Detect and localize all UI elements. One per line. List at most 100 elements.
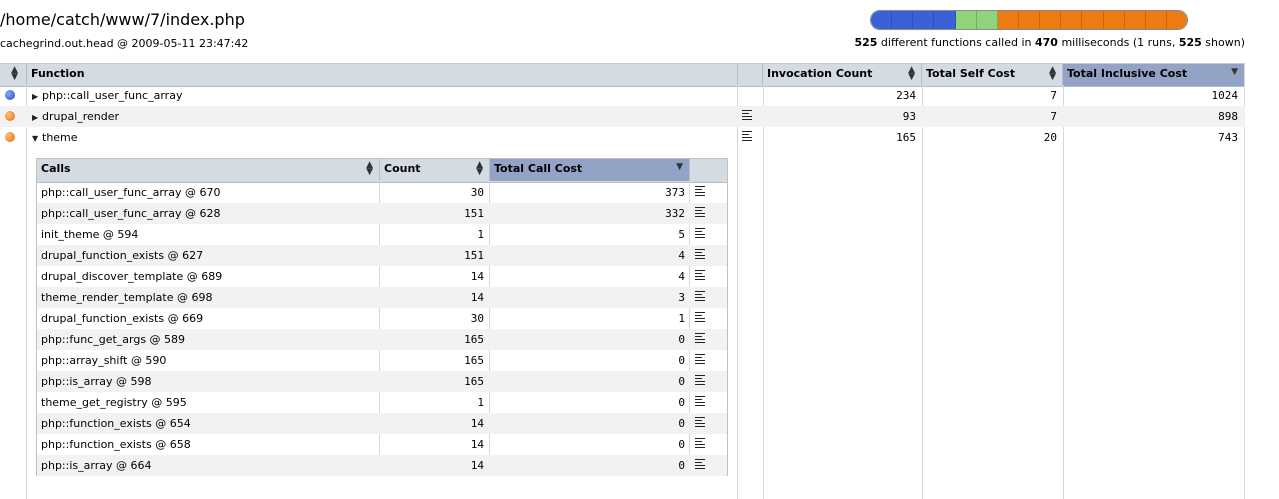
call-name[interactable]: theme_render_template @ 698 xyxy=(41,291,212,304)
expand-icon[interactable]: ▶ xyxy=(32,113,42,122)
invocations-value: 165 xyxy=(896,131,916,144)
source-lines-icon[interactable] xyxy=(742,110,752,120)
cost-bar-segment[interactable] xyxy=(976,11,998,29)
sort-desc-icon: ▼ xyxy=(676,162,683,172)
call-row[interactable]: php::is_array @ 664 14 0 xyxy=(37,455,727,476)
call-row[interactable]: theme_render_template @ 698 14 3 xyxy=(37,287,727,308)
cost-bar-segment[interactable] xyxy=(913,11,935,29)
call-row[interactable]: drupal_discover_template @ 689 14 4 xyxy=(37,266,727,287)
main-table-header: ▲ ▼ Function Invocation Count ▲ ▼ Total Se… xyxy=(0,63,1245,87)
count-column-header[interactable]: Count ▲ ▼ xyxy=(380,159,490,181)
function-name[interactable]: ▶ php::call_user_func_array xyxy=(32,89,182,102)
call-name[interactable]: php::is_array @ 664 xyxy=(41,459,151,472)
function-column-header[interactable]: Function xyxy=(27,64,738,86)
source-lines-icon[interactable] xyxy=(695,207,705,217)
file-title: /home/catch/www/7/index.php xyxy=(0,10,245,29)
source-lines-icon[interactable] xyxy=(695,354,705,364)
call-cost-value: 0 xyxy=(678,417,685,430)
call-row[interactable]: php::call_user_func_array @ 670 30 373 xyxy=(37,182,727,203)
call-row[interactable]: drupal_function_exists @ 669 30 1 xyxy=(37,308,727,329)
call-count-value: 30 xyxy=(470,186,484,199)
source-lines-icon[interactable] xyxy=(695,438,705,448)
call-cost-value: 4 xyxy=(678,270,685,283)
cost-bar-segment[interactable] xyxy=(934,11,956,29)
call-name[interactable]: drupal_discover_template @ 689 xyxy=(41,270,222,283)
call-name[interactable]: php::array_shift @ 590 xyxy=(41,354,166,367)
source-lines-icon[interactable] xyxy=(695,228,705,238)
call-row[interactable]: theme_get_registry @ 595 1 0 xyxy=(37,392,727,413)
dot-column-header[interactable]: ▲ ▼ xyxy=(0,64,27,86)
call-row[interactable]: php::array_shift @ 590 165 0 xyxy=(37,350,727,371)
call-row[interactable]: init_theme @ 594 1 5 xyxy=(37,224,727,245)
sort-desc-icon: ▼ xyxy=(1231,67,1238,77)
source-lines-icon[interactable] xyxy=(695,270,705,280)
call-row[interactable]: php::is_array @ 598 165 0 xyxy=(37,371,727,392)
call-count-value: 14 xyxy=(470,438,484,451)
cost-bar-segment[interactable] xyxy=(1061,11,1083,29)
call-row[interactable]: php::call_user_func_array @ 628 151 332 xyxy=(37,203,727,224)
cost-bar-segment[interactable] xyxy=(1145,11,1167,29)
source-lines-icon[interactable] xyxy=(695,291,705,301)
function-row[interactable]: ▶ php::call_user_func_array 234 7 1024 xyxy=(0,85,1245,106)
call-name[interactable]: php::call_user_func_array @ 670 xyxy=(41,186,220,199)
source-column-header xyxy=(738,64,763,86)
call-name[interactable]: drupal_function_exists @ 627 xyxy=(41,249,203,262)
source-lines-icon[interactable] xyxy=(695,312,705,322)
expand-icon[interactable]: ▶ xyxy=(32,92,42,101)
self-value: 7 xyxy=(1050,89,1057,102)
call-count-value: 14 xyxy=(470,270,484,283)
calls-column-header[interactable]: Calls ▲ ▼ xyxy=(37,159,380,181)
inclusive-value: 898 xyxy=(1218,110,1238,123)
cost-bar-segment[interactable] xyxy=(871,11,893,29)
function-name[interactable]: ▶ drupal_render xyxy=(32,110,119,123)
call-row[interactable]: php::func_get_args @ 589 165 0 xyxy=(37,329,727,350)
source-lines-icon[interactable] xyxy=(695,186,705,196)
total-call-cost-header[interactable]: Total Call Cost ▼ xyxy=(490,159,690,181)
cost-bar-segment[interactable] xyxy=(1040,11,1062,29)
cost-bar-segment[interactable] xyxy=(955,11,977,29)
cost-bar-segment[interactable] xyxy=(1166,11,1187,29)
source-lines-icon[interactable] xyxy=(695,417,705,427)
call-row[interactable]: php::function_exists @ 658 14 0 xyxy=(37,434,727,455)
cost-bar-segment[interactable] xyxy=(892,11,914,29)
function-count: 525 xyxy=(854,36,878,49)
calls-table-header: Calls ▲ ▼ Count ▲ ▼ Total Call Cost ▼ xyxy=(37,159,727,183)
source-lines-icon[interactable] xyxy=(695,459,705,469)
call-name[interactable]: drupal_function_exists @ 669 xyxy=(41,312,203,325)
call-name[interactable]: php::func_get_args @ 589 xyxy=(41,333,185,346)
function-row[interactable]: ▶ drupal_render 93 7 898 xyxy=(0,106,1245,127)
total-inclusive-cost-header[interactable]: Total Inclusive Cost ▼ xyxy=(1063,64,1245,86)
collapse-icon[interactable]: ▼ xyxy=(32,134,42,143)
function-name[interactable]: ▼ theme xyxy=(32,131,78,144)
invocation-count-header[interactable]: Invocation Count ▲ ▼ xyxy=(763,64,922,86)
cost-bar-segment[interactable] xyxy=(1082,11,1104,29)
cost-distribution-bar[interactable] xyxy=(870,10,1188,30)
source-lines-icon[interactable] xyxy=(695,333,705,343)
call-name[interactable]: php::call_user_func_array @ 628 xyxy=(41,207,220,220)
source-lines-icon[interactable] xyxy=(695,249,705,259)
inclusive-value: 1024 xyxy=(1211,89,1239,102)
call-count-value: 14 xyxy=(470,291,484,304)
call-name[interactable]: theme_get_registry @ 595 xyxy=(41,396,187,409)
call-row[interactable]: drupal_function_exists @ 627 151 4 xyxy=(37,245,727,266)
call-cost-value: 3 xyxy=(678,291,685,304)
milliseconds-value: 470 xyxy=(1034,36,1058,49)
call-row[interactable]: php::function_exists @ 654 14 0 xyxy=(37,413,727,434)
call-name[interactable]: php::is_array @ 598 xyxy=(41,375,151,388)
cost-bar-segment[interactable] xyxy=(997,11,1019,29)
call-name[interactable]: php::function_exists @ 658 xyxy=(41,438,191,451)
source-lines-icon[interactable] xyxy=(742,131,752,141)
sort-icon: ▲ ▼ xyxy=(11,65,18,82)
call-count-value: 1 xyxy=(477,396,484,409)
function-row[interactable]: ▼ theme 165 20 743 xyxy=(0,127,1245,148)
cost-bar-segment[interactable] xyxy=(1124,11,1146,29)
source-lines-icon[interactable] xyxy=(695,375,705,385)
call-name[interactable]: init_theme @ 594 xyxy=(41,228,138,241)
call-count-value: 165 xyxy=(464,375,484,388)
cost-bar-segment[interactable] xyxy=(1018,11,1041,29)
call-name[interactable]: php::function_exists @ 654 xyxy=(41,417,191,430)
cost-bar-segment[interactable] xyxy=(1103,11,1125,29)
total-self-cost-header[interactable]: Total Self Cost ▲ ▼ xyxy=(922,64,1063,86)
call-cost-value: 1 xyxy=(678,312,685,325)
source-lines-icon[interactable] xyxy=(695,396,705,406)
